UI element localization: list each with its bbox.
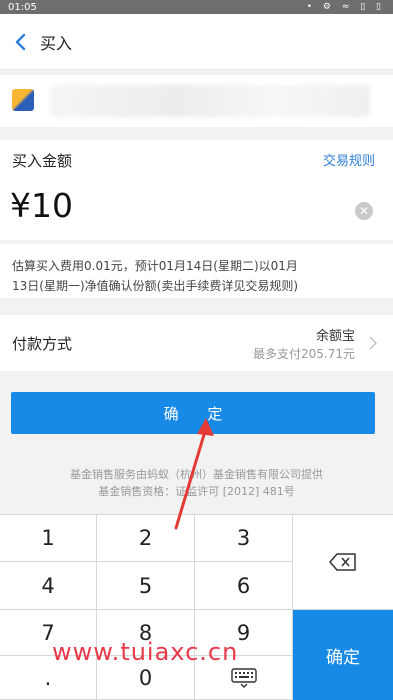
payment-limit: 最多支付205.71元 [253, 347, 355, 361]
disclaimer: 基金销售服务由蚂蚁（杭州）基金销售有限公司提供 基金销售资格：证监许可 [201… [0, 466, 393, 500]
fund-name-blurred [50, 85, 370, 117]
keypad-confirm-button[interactable]: 确定 [293, 610, 393, 700]
clear-icon[interactable]: ✕ [355, 202, 373, 220]
status-time: 01:05 [8, 1, 37, 13]
fund-logo [12, 89, 34, 111]
fee-estimate-line1: 估算买入费用0.01元，预计01月14日(星期二)以01月 [12, 259, 298, 273]
status-bar: 01:05 • ⚙ ≈ ▯ ▯ [0, 0, 393, 14]
key-4[interactable]: 4 [0, 562, 97, 610]
fee-estimate: 估算买入费用0.01元，预计01月14日(星期二)以01月 13日(星期一)净值… [0, 244, 393, 298]
trade-rules-link[interactable]: 交易规则 [323, 150, 375, 169]
key-3[interactable]: 3 [195, 515, 293, 562]
watermark: www.tuiaxc.cn [52, 638, 239, 666]
page-title: 买入 [40, 33, 73, 53]
keyboard-icon [230, 667, 257, 688]
amount-label: 买入金额 [12, 152, 73, 170]
key-2[interactable]: 2 [97, 515, 195, 562]
key-1[interactable]: 1 [0, 515, 97, 562]
key-6[interactable]: 6 [195, 562, 293, 610]
chevron-right-icon [369, 335, 378, 354]
disclaimer-line1: 基金销售服务由蚂蚁（杭州）基金销售有限公司提供 [70, 468, 323, 481]
numeric-keypad: 1 2 3 4 5 6 7 8 9 . 0 确定 [0, 514, 393, 700]
backspace-key[interactable] [293, 515, 393, 610]
back-icon[interactable] [0, 14, 40, 70]
fund-card[interactable] [0, 75, 393, 127]
nav-bar: 买入 [0, 14, 393, 70]
key-5[interactable]: 5 [97, 562, 195, 610]
amount-card: 买入金额 交易规则 ¥10 ✕ [0, 140, 393, 240]
status-icons: • ⚙ ≈ ▯ ▯ [306, 2, 385, 12]
disclaimer-line2: 基金销售资格：证监许可 [2012] 481号 [98, 485, 295, 498]
fee-estimate-line2: 13日(星期一)净值确认份额(卖出手续费详见交易规则) [12, 279, 298, 293]
payment-method: 余额宝 [315, 329, 355, 344]
backspace-icon [329, 553, 356, 571]
confirm-button[interactable]: 确 定 [11, 392, 375, 434]
payment-label: 付款方式 [12, 335, 73, 353]
payment-method-row[interactable]: 付款方式 余额宝 最多支付205.71元 [0, 315, 393, 371]
amount-input[interactable]: ¥10 [10, 186, 73, 225]
